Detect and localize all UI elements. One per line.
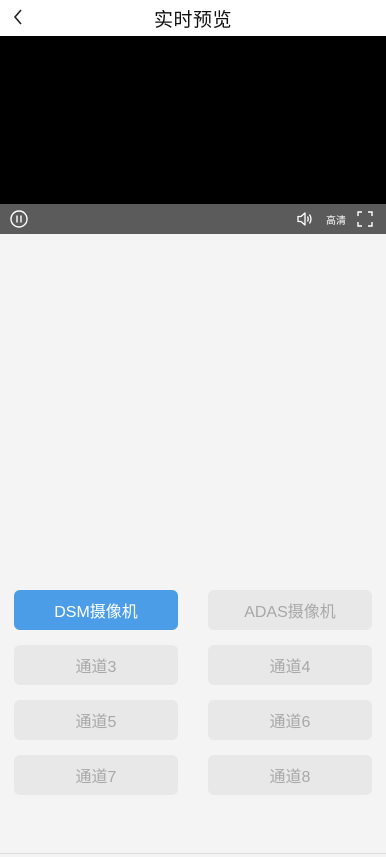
page-title: 实时预览 <box>153 9 232 31</box>
channel-button-7[interactable]: 通道7 <box>14 755 178 795</box>
channel-button-adas[interactable]: ADAS摄像机 <box>208 590 372 630</box>
video-view[interactable] <box>0 36 386 204</box>
channel-button-3[interactable]: 通道3 <box>14 645 178 685</box>
volume-icon <box>297 212 312 226</box>
channel-button-6[interactable]: 通道6 <box>208 700 372 740</box>
channel-button-4[interactable]: 通道4 <box>208 645 372 685</box>
quality-button[interactable]: 高清 <box>322 211 350 227</box>
bottom-divider <box>0 853 386 854</box>
pause-icon <box>10 210 28 228</box>
fullscreen-icon <box>357 211 373 227</box>
volume-button[interactable] <box>296 210 314 228</box>
chevron-left-icon <box>13 9 22 25</box>
header-bar: 实时预览 <box>0 0 386 36</box>
channel-button-dsm[interactable]: DSM摄像机 <box>14 590 178 630</box>
channel-button-5[interactable]: 通道5 <box>14 700 178 740</box>
channel-grid: DSM摄像机 ADAS摄像机 通道3 通道4 通道5 通道6 通道7 通道8 <box>14 590 372 795</box>
player-control-bar: 高清 <box>0 204 386 234</box>
pause-button[interactable] <box>9 209 29 229</box>
back-button[interactable] <box>9 6 27 28</box>
channel-button-8[interactable]: 通道8 <box>208 755 372 795</box>
fullscreen-button[interactable] <box>357 211 373 227</box>
